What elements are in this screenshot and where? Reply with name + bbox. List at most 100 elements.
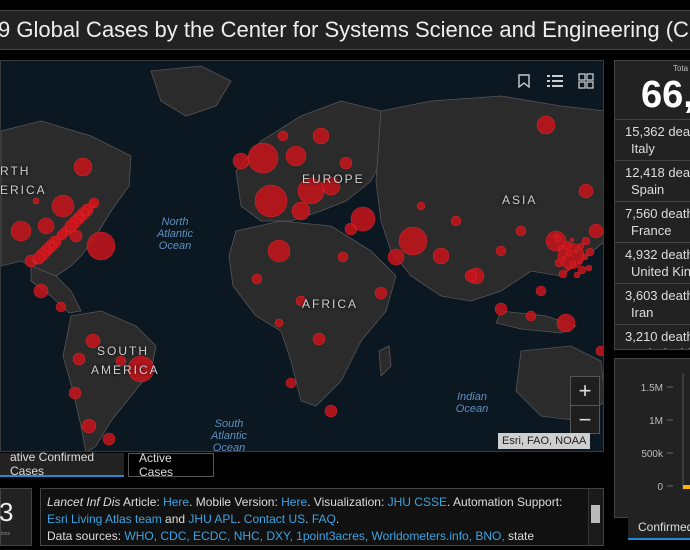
case-bubble[interactable]	[267, 239, 291, 263]
case-bubble[interactable]	[387, 248, 405, 266]
case-bubble[interactable]	[554, 258, 564, 268]
esri-living-atlas-link[interactable]: Esri Living Atlas team	[47, 512, 162, 526]
case-bubble[interactable]	[56, 229, 68, 241]
case-bubble[interactable]	[515, 225, 527, 237]
contact-us-link[interactable]: Contact US	[244, 512, 305, 526]
tab-active-cases[interactable]: Active Cases	[128, 451, 214, 479]
death-row[interactable]: 12,418 dea Spain	[615, 161, 690, 202]
dashboard-title: 9 Global Cases by the Center for Systems…	[0, 17, 690, 42]
case-bubble[interactable]	[51, 194, 75, 218]
article-link[interactable]: Here	[163, 495, 189, 509]
case-bubble[interactable]	[577, 259, 583, 265]
case-bubble[interactable]	[565, 266, 571, 272]
case-bubble[interactable]	[232, 152, 250, 170]
case-bubble[interactable]	[312, 332, 326, 346]
case-bubble[interactable]	[247, 142, 279, 174]
case-bubble[interactable]	[554, 235, 562, 243]
case-bubble[interactable]	[55, 301, 67, 313]
case-bubble[interactable]	[569, 237, 575, 243]
death-row[interactable]: 4,932 death United Kin	[615, 243, 690, 284]
case-bubble[interactable]	[32, 251, 46, 265]
case-bubble[interactable]	[569, 260, 577, 268]
case-bubble[interactable]	[573, 248, 579, 254]
case-bubble[interactable]	[44, 245, 52, 253]
case-bubble[interactable]	[573, 271, 581, 279]
tab-cumulative-confirmed[interactable]: ative Confirmed Cases	[0, 450, 124, 478]
case-bubble[interactable]	[339, 156, 353, 170]
bookmark-icon[interactable]	[508, 66, 539, 96]
case-bubble[interactable]	[33, 283, 49, 299]
world-map[interactable]	[0, 60, 604, 452]
case-bubble[interactable]	[495, 245, 507, 257]
case-bubble[interactable]	[561, 255, 567, 261]
case-bubble[interactable]	[595, 345, 604, 357]
case-bubble[interactable]	[535, 285, 547, 297]
mobile-version-link[interactable]: Here	[281, 495, 307, 509]
label-indian-ocean: Indian Ocean	[455, 391, 489, 415]
case-bubble[interactable]	[324, 404, 338, 418]
case-bubble[interactable]	[68, 386, 82, 400]
death-location: Hubei Chi	[631, 346, 690, 349]
case-bubble[interactable]	[72, 352, 86, 366]
case-bubble[interactable]	[525, 310, 537, 322]
case-bubble[interactable]	[581, 253, 589, 261]
death-row[interactable]: 7,560 death France	[615, 202, 690, 243]
case-bubble[interactable]	[374, 286, 388, 300]
case-bubble[interactable]	[285, 377, 297, 389]
case-bubble[interactable]	[578, 183, 594, 199]
case-bubble[interactable]	[450, 215, 462, 227]
death-row[interactable]: 15,362 dea Italy	[615, 120, 690, 161]
death-row[interactable]: 3,210 death Hubei Chi	[615, 325, 690, 349]
zoom-in-button[interactable]: +	[571, 377, 599, 406]
case-bubble[interactable]	[277, 130, 289, 142]
basemap-gallery-icon[interactable]	[570, 66, 601, 96]
case-bubble[interactable]	[585, 264, 593, 272]
case-bubble[interactable]	[337, 251, 349, 263]
death-row[interactable]: 3,603 death Iran	[615, 284, 690, 325]
case-bubble[interactable]	[350, 206, 376, 232]
case-bubble[interactable]	[416, 201, 426, 211]
case-bubble[interactable]	[86, 231, 116, 261]
case-bubble[interactable]	[312, 127, 330, 145]
tab-confirmed-chart[interactable]: Confirmed	[628, 516, 690, 540]
jhu-apl-link[interactable]: JHU APL	[188, 512, 237, 526]
case-bubble[interactable]	[32, 197, 40, 205]
legend-list-icon[interactable]	[539, 66, 570, 96]
global-deaths-panel: Tota 66, 15,362 dea Italy 12,418 dea Spain 7…	[614, 60, 690, 350]
jhu-csse-link[interactable]: JHU CSSE	[388, 495, 447, 509]
case-bubble[interactable]	[556, 313, 576, 333]
case-bubble[interactable]	[274, 318, 284, 328]
total-deaths-label: Tota	[673, 64, 689, 73]
case-bubble[interactable]	[565, 249, 573, 257]
scrollbar-thumb[interactable]	[591, 505, 600, 523]
case-bubble[interactable]	[557, 244, 563, 250]
case-bubble[interactable]	[291, 201, 311, 221]
case-bubble[interactable]	[10, 220, 32, 242]
faq-link[interactable]: FAQ	[312, 512, 336, 526]
case-bubble[interactable]	[102, 432, 116, 446]
case-bubble[interactable]	[494, 302, 508, 316]
case-bubble[interactable]	[81, 418, 97, 434]
case-bubble[interactable]	[536, 115, 556, 135]
case-bubble[interactable]	[254, 184, 288, 218]
label-south-atlantic-ocean: South Atlantic Ocean	[210, 418, 248, 454]
case-bubble[interactable]	[558, 269, 568, 279]
cases-chart: 1.5M 1M 500k 0	[641, 373, 690, 493]
data-sources-links[interactable]: WHO, CDC, ECDC, NHC, DXY, 1point3acres, …	[124, 529, 504, 543]
case-bubble[interactable]	[577, 242, 585, 250]
case-bubble[interactable]	[80, 207, 90, 217]
case-bubble[interactable]	[588, 223, 603, 239]
case-bubble[interactable]	[285, 145, 307, 167]
case-bubble[interactable]	[73, 157, 93, 177]
case-bubble[interactable]	[88, 197, 100, 209]
case-bubble[interactable]	[251, 273, 263, 285]
zoom-out-button[interactable]: −	[571, 406, 599, 434]
case-bubble[interactable]	[432, 247, 450, 265]
info-scrollbar[interactable]	[588, 489, 603, 545]
case-bubble[interactable]	[37, 217, 55, 235]
case-bubble[interactable]	[464, 269, 478, 283]
case-bubble[interactable]	[64, 219, 78, 233]
map-canvas[interactable]	[1, 61, 604, 452]
case-bubble[interactable]	[562, 240, 572, 250]
case-bubble[interactable]	[398, 226, 428, 256]
